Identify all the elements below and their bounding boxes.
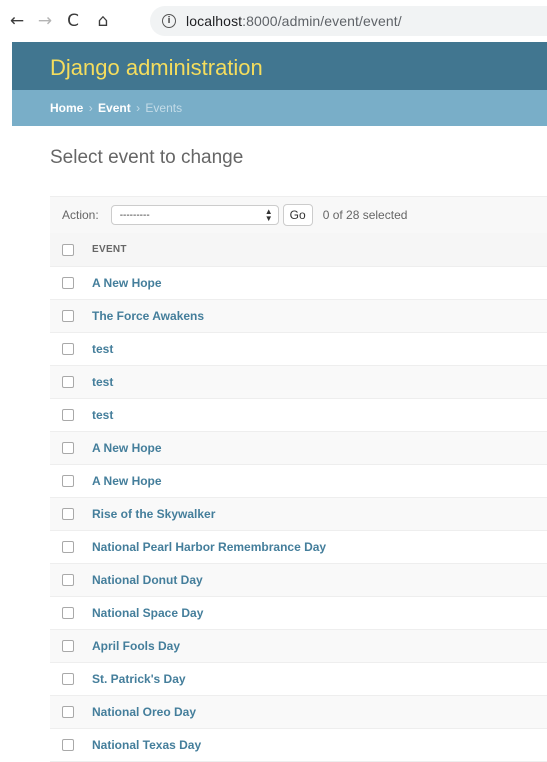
table-row: St. Patrick's Day (50, 663, 547, 696)
event-link[interactable]: April Fools Day (92, 639, 180, 653)
action-select-value: --------- (119, 209, 150, 221)
row-checkbox[interactable] (62, 706, 74, 718)
url-host: localhost (186, 13, 243, 29)
row-checkbox[interactable] (62, 607, 74, 619)
breadcrumb-separator: › (136, 101, 141, 115)
go-button[interactable]: Go (282, 204, 313, 226)
breadcrumb-current: Events (145, 101, 183, 115)
table-row: National Pearl Harbor Remembrance Day (50, 531, 547, 564)
table-row: A New Hope (50, 465, 547, 498)
event-link[interactable]: A New Hope (92, 474, 162, 488)
home-icon[interactable]: ⌂ (92, 8, 114, 34)
forward-icon[interactable]: → (34, 8, 56, 34)
table-row: test (50, 366, 547, 399)
select-arrows-icon: ▲ ▼ (264, 207, 273, 223)
event-link[interactable]: A New Hope (92, 441, 162, 455)
row-checkbox[interactable] (62, 673, 74, 685)
event-link[interactable]: St. Patrick's Day (92, 672, 186, 686)
site-header: Django administration (12, 42, 547, 90)
table-row: test (50, 399, 547, 432)
event-link[interactable]: The Force Awakens (92, 309, 204, 323)
reload-icon[interactable]: C (62, 8, 84, 34)
info-icon[interactable]: i (162, 14, 176, 28)
actions-bar: Action: --------- ▲ ▼ Go 0 of 28 selected (50, 196, 547, 234)
breadcrumb: Home › Event › Events (12, 90, 547, 126)
table-row: The Force Awakens (50, 300, 547, 333)
row-checkbox[interactable] (62, 739, 74, 751)
event-link[interactable]: National Texas Day (92, 738, 201, 752)
row-checkbox[interactable] (62, 409, 74, 421)
event-link[interactable]: National Oreo Day (92, 705, 196, 719)
results-table: EVENT A New Hope The Force Awakens test tes… (50, 233, 547, 762)
back-icon[interactable]: ← (6, 8, 28, 34)
row-checkbox[interactable] (62, 508, 74, 520)
row-checkbox[interactable] (62, 376, 74, 388)
table-row: National Donut Day (50, 564, 547, 597)
event-link[interactable]: test (92, 375, 113, 389)
row-checkbox[interactable] (62, 574, 74, 586)
row-checkbox[interactable] (62, 640, 74, 652)
column-header-event[interactable]: EVENT (92, 244, 127, 255)
table-row: A New Hope (50, 267, 547, 300)
address-bar[interactable]: i localhost:8000/admin/event/event/ (150, 6, 547, 36)
url-text[interactable]: localhost:8000/admin/event/event/ (186, 13, 402, 29)
row-checkbox[interactable] (62, 442, 74, 454)
row-checkbox[interactable] (62, 343, 74, 355)
breadcrumb-separator: › (88, 101, 93, 115)
table-row: test (50, 333, 547, 366)
selection-count: 0 of 28 selected (322, 208, 408, 222)
row-checkbox[interactable] (62, 310, 74, 322)
action-label: Action: (62, 208, 99, 222)
table-row: April Fools Day (50, 630, 547, 663)
event-link[interactable]: Rise of the Skywalker (92, 507, 215, 521)
event-link[interactable]: test (92, 408, 113, 422)
table-header: EVENT (50, 233, 547, 267)
table-row: National Oreo Day (50, 696, 547, 729)
event-link[interactable]: test (92, 342, 113, 356)
event-link[interactable]: National Pearl Harbor Remembrance Day (92, 540, 326, 554)
row-checkbox[interactable] (62, 475, 74, 487)
url-path: :8000/admin/event/event/ (242, 13, 402, 29)
site-name[interactable]: Django administration (50, 55, 263, 81)
event-link[interactable]: National Donut Day (92, 573, 203, 587)
table-row: A New Hope (50, 432, 547, 465)
page-title: Select event to change (50, 147, 244, 168)
breadcrumb-home[interactable]: Home (50, 101, 83, 115)
table-row: Rise of the Skywalker (50, 498, 547, 531)
breadcrumb-app[interactable]: Event (98, 101, 131, 115)
row-checkbox[interactable] (62, 277, 74, 289)
event-link[interactable]: National Space Day (92, 606, 203, 620)
row-checkbox[interactable] (62, 541, 74, 553)
event-link[interactable]: A New Hope (92, 276, 162, 290)
action-select[interactable]: --------- ▲ ▼ (110, 205, 279, 225)
table-row: National Texas Day (50, 729, 547, 762)
table-row: National Space Day (50, 597, 547, 630)
select-all-checkbox[interactable] (62, 243, 74, 256)
browser-toolbar: ← → C ⌂ i localhost:8000/admin/event/eve… (0, 0, 547, 42)
